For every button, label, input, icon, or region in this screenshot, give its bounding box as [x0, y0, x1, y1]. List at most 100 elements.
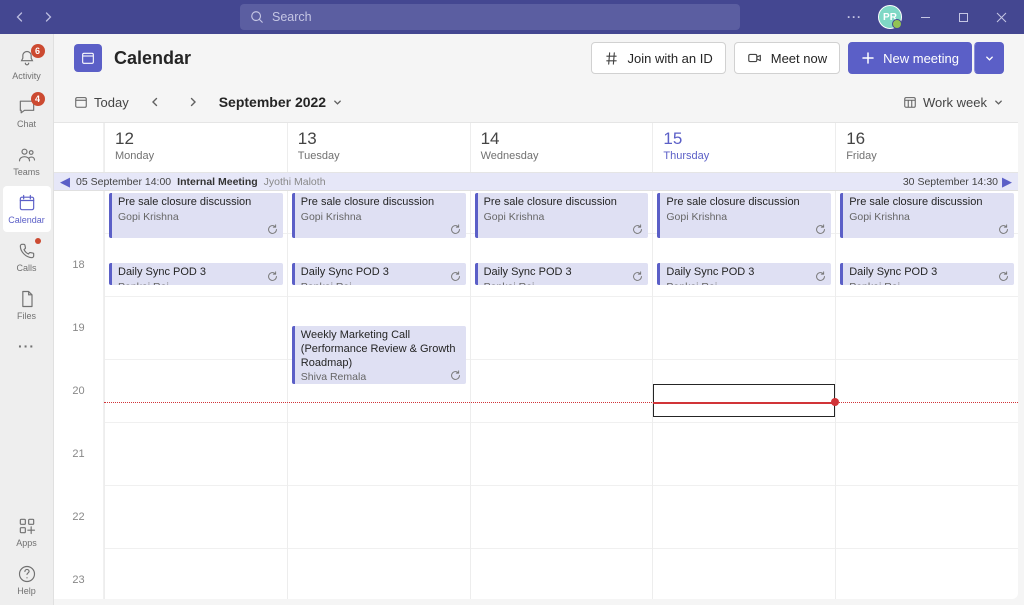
- apps-icon: [17, 516, 37, 536]
- button-label: New meeting: [883, 51, 959, 66]
- minimize-button[interactable]: [910, 2, 940, 32]
- sidebar-item-chat[interactable]: Chat 4: [3, 90, 51, 136]
- hour-label: 20: [54, 359, 104, 422]
- calendar-event[interactable]: Daily Sync POD 3Pankaj Rai: [109, 263, 283, 285]
- sidebar-more-button[interactable]: ···: [10, 330, 43, 362]
- hour-label: 21: [54, 422, 104, 485]
- month-picker[interactable]: September 2022: [219, 94, 343, 110]
- day-header[interactable]: 14Wednesday: [470, 123, 653, 172]
- day-column-today[interactable]: Pre sale closure discussionGopi Krishna …: [652, 191, 835, 599]
- calendar-view-icon: [903, 95, 917, 109]
- calendar-today-icon: [74, 95, 88, 109]
- search-icon: [250, 10, 264, 24]
- titlebar: ··· PR: [0, 0, 1024, 34]
- recurring-icon: [450, 271, 461, 282]
- sidebar-item-help[interactable]: Help: [3, 557, 51, 603]
- banner-next-date: 30 September 14:30: [903, 176, 998, 188]
- calendar-event[interactable]: Pre sale closure discussionGopi Krishna: [840, 193, 1014, 238]
- day-header[interactable]: 16Friday: [835, 123, 1018, 172]
- hash-icon: [604, 51, 619, 66]
- new-meeting-dropdown-button[interactable]: [974, 42, 1004, 74]
- file-icon: [17, 289, 37, 309]
- phone-icon: [17, 241, 37, 261]
- recurring-banner: ◀ 05 September 14:00 Internal Meeting Jy…: [54, 173, 1018, 191]
- close-button[interactable]: [986, 2, 1016, 32]
- day-column[interactable]: Pre sale closure discussionGopi Krishna …: [287, 191, 470, 599]
- notification-badge: 6: [31, 44, 45, 58]
- recurring-icon: [450, 224, 461, 235]
- hour-label: 19: [54, 296, 104, 359]
- nav-forward-button[interactable]: [36, 5, 60, 29]
- day-column[interactable]: Pre sale closure discussionGopi Krishna …: [104, 191, 287, 599]
- recurring-icon: [998, 271, 1009, 282]
- calendar-event[interactable]: Pre sale closure discussionGopi Krishna: [475, 193, 649, 238]
- banner-prev-button[interactable]: ◀: [60, 175, 70, 188]
- chevron-down-icon: [993, 97, 1004, 108]
- banner-prev-title[interactable]: Internal Meeting: [177, 176, 258, 188]
- banner-next-button[interactable]: ▶: [1002, 175, 1012, 188]
- teams-icon: [17, 145, 37, 165]
- button-label: Meet now: [771, 51, 827, 66]
- search-box[interactable]: [240, 4, 740, 30]
- chevron-down-icon: [984, 53, 995, 64]
- calendar-event[interactable]: Pre sale closure discussionGopi Krishna: [292, 193, 466, 238]
- calendar-event[interactable]: Daily Sync POD 3Pankaj Rai: [292, 263, 466, 285]
- day-header[interactable]: 13Tuesday: [287, 123, 470, 172]
- selected-time-slot[interactable]: [653, 384, 835, 417]
- banner-prev-date: 05 September 14:00: [76, 176, 171, 188]
- next-week-button[interactable]: [181, 90, 205, 114]
- recurring-icon: [632, 224, 643, 235]
- join-with-id-button[interactable]: Join with an ID: [591, 42, 725, 74]
- hour-label: 22: [54, 485, 104, 548]
- view-label: Work week: [923, 95, 987, 110]
- sidebar-item-calendar[interactable]: Calendar: [3, 186, 51, 232]
- nav-back-button[interactable]: [8, 5, 32, 29]
- recurring-icon: [450, 370, 461, 381]
- today-button[interactable]: Today: [74, 95, 129, 110]
- button-label: Join with an ID: [627, 51, 712, 66]
- recurring-icon: [998, 224, 1009, 235]
- recurring-icon: [267, 271, 278, 282]
- sidebar-item-label: Files: [17, 311, 36, 321]
- banner-prev-organizer: Jyothi Maloth: [264, 176, 326, 188]
- titlebar-more-button[interactable]: ···: [839, 6, 870, 28]
- sidebar-item-activity[interactable]: Activity 6: [3, 42, 51, 88]
- time-gutter: 18 19 20 21 22 23: [54, 191, 104, 599]
- new-meeting-button[interactable]: New meeting: [848, 42, 972, 74]
- day-header-today[interactable]: 15Thursday: [652, 123, 835, 172]
- calendar-toolbar: Today September 2022 Work week: [54, 82, 1024, 122]
- sidebar-item-calls[interactable]: Calls: [3, 234, 51, 280]
- search-input[interactable]: [272, 10, 730, 24]
- recurring-icon: [267, 224, 278, 235]
- day-headers-row: 12Monday 13Tuesday 14Wednesday 15Thursda…: [54, 123, 1018, 173]
- video-icon: [747, 50, 763, 66]
- current-time-indicator: [104, 402, 1018, 403]
- calendar-event[interactable]: Weekly Marketing Call (Performance Revie…: [292, 326, 466, 384]
- help-icon: [17, 564, 37, 584]
- avatar[interactable]: PR: [878, 5, 902, 29]
- notification-dot: [35, 238, 41, 244]
- sidebar-item-teams[interactable]: Teams: [3, 138, 51, 184]
- day-column[interactable]: Pre sale closure discussionGopi Krishna …: [835, 191, 1018, 599]
- page-header: Calendar Join with an ID Meet now New me…: [54, 34, 1024, 82]
- maximize-button[interactable]: [948, 2, 978, 32]
- calendar-event[interactable]: Pre sale closure discussionGopi Krishna: [657, 193, 831, 238]
- sidebar-item-apps[interactable]: Apps: [3, 509, 51, 555]
- sidebar-item-label: Calendar: [8, 215, 45, 225]
- calendar-app-icon: [74, 44, 102, 72]
- prev-week-button[interactable]: [143, 90, 167, 114]
- calendar-event[interactable]: Pre sale closure discussionGopi Krishna: [109, 193, 283, 238]
- meet-now-button[interactable]: Meet now: [734, 42, 840, 74]
- view-select[interactable]: Work week: [903, 95, 1004, 110]
- sidebar-item-label: Apps: [16, 538, 37, 548]
- calendar-event[interactable]: Daily Sync POD 3Pankaj Rai: [840, 263, 1014, 285]
- hour-label: [54, 191, 104, 233]
- day-column[interactable]: Pre sale closure discussionGopi Krishna …: [470, 191, 653, 599]
- chevron-down-icon: [332, 97, 343, 108]
- sidebar-item-files[interactable]: Files: [3, 282, 51, 328]
- notification-badge: 4: [31, 92, 45, 106]
- calendar-event[interactable]: Daily Sync POD 3Pankaj Rai: [657, 263, 831, 285]
- calendar-event[interactable]: Daily Sync POD 3Pankaj Rai: [475, 263, 649, 285]
- day-header[interactable]: 12Monday: [104, 123, 287, 172]
- sidebar-item-label: Calls: [16, 263, 36, 273]
